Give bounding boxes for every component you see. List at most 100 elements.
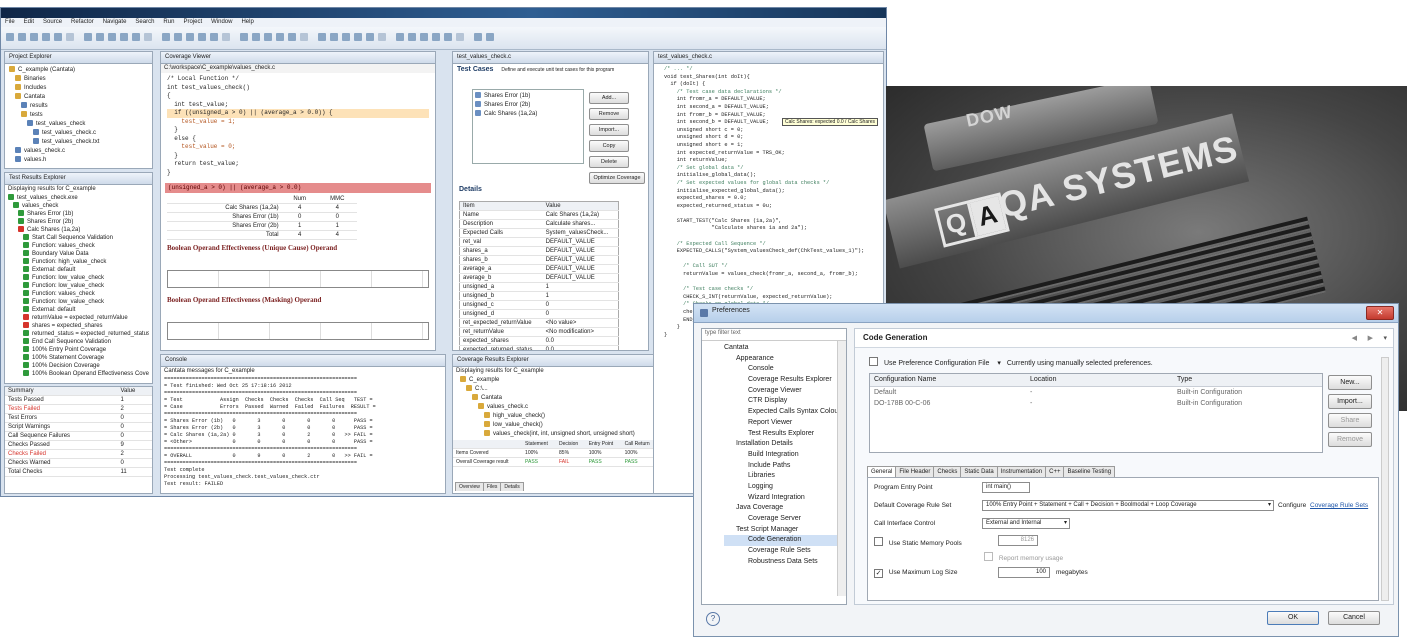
- toolbar-icon[interactable]: [486, 33, 494, 42]
- coverage-results-subtab[interactable]: Overview: [455, 482, 484, 491]
- tree-item[interactable]: C_example (Cantata): [9, 66, 148, 75]
- test-case-button-0[interactable]: Add...: [589, 92, 629, 104]
- detail-row[interactable]: expected_returned_status 0.0: [459, 345, 619, 350]
- config-new-button[interactable]: New...: [1328, 375, 1372, 390]
- test-case-button-4[interactable]: Delete: [589, 156, 629, 168]
- console-tab[interactable]: Console: [161, 355, 445, 367]
- nav-item[interactable]: Coverage Rule Sets: [724, 546, 846, 557]
- nav-item[interactable]: Logging: [724, 482, 846, 493]
- toolbar-icon[interactable]: [456, 33, 464, 42]
- toolbar-icon[interactable]: [66, 33, 74, 42]
- detail-row[interactable]: unsigned_c 0: [459, 300, 619, 310]
- toolbar-icon[interactable]: [84, 33, 92, 42]
- test-result-item[interactable]: External: default: [8, 266, 149, 274]
- nav-item[interactable]: Console: [724, 364, 846, 375]
- coverage-results-tab[interactable]: Coverage Results Explorer: [453, 355, 687, 367]
- test-result-item[interactable]: Function: high_value_check: [8, 258, 149, 266]
- toolbar-icon[interactable]: [30, 33, 38, 42]
- tree-item[interactable]: tests: [9, 111, 148, 120]
- test-case-item[interactable]: Calc Shares (1a,2a): [475, 110, 581, 119]
- coverage-tree-item[interactable]: Cantata: [456, 394, 684, 403]
- nav-item[interactable]: Build Integration: [724, 450, 846, 461]
- toolbar-icon[interactable]: [198, 33, 206, 42]
- test-case-editor-tab[interactable]: test_values_check.c: [453, 52, 648, 64]
- cancel-button[interactable]: Cancel: [1328, 611, 1380, 625]
- test-result-item[interactable]: Function: low_value_check: [8, 274, 149, 282]
- nav-item[interactable]: Installation Details: [724, 439, 846, 450]
- toolbar-icon[interactable]: [120, 33, 128, 42]
- close-button[interactable]: ✕: [1366, 306, 1394, 320]
- toolbar-icon[interactable]: [318, 33, 326, 42]
- maximize-button[interactable]: [1347, 306, 1367, 318]
- use-pref-checkbox[interactable]: [869, 357, 878, 366]
- call-interface-select[interactable]: External and Internal ▾: [982, 518, 1070, 529]
- toolbar-icon[interactable]: [132, 33, 140, 42]
- menu-item-file[interactable]: File: [5, 19, 15, 25]
- nav-item[interactable]: Appearance: [724, 354, 846, 365]
- filter-input[interactable]: type filter text: [702, 329, 846, 341]
- toolbar-icon[interactable]: [264, 33, 272, 42]
- test-result-item[interactable]: Start Call Sequence Validation: [8, 234, 149, 242]
- config-remove-button[interactable]: Remove: [1328, 432, 1372, 447]
- menu-item-window[interactable]: Window: [211, 19, 232, 25]
- config-row[interactable]: Default - Built-in Configuration: [870, 387, 1322, 398]
- menu-item-navigate[interactable]: Navigate: [103, 19, 127, 25]
- test-result-item[interactable]: Calc Shares (1a,2a): [8, 226, 149, 234]
- test-result-item[interactable]: 100% Boolean Operand Effectiveness Cover…: [8, 370, 149, 378]
- detail-row[interactable]: Expected Calls System_valuesCheck...: [459, 228, 619, 238]
- test-case-item[interactable]: Shares Error (2b): [475, 101, 581, 110]
- coverage-tree-item[interactable]: low_value_check(): [456, 421, 684, 430]
- test-result-item[interactable]: Boundary Value Data: [8, 250, 149, 258]
- test-result-item[interactable]: Function: low_value_check: [8, 298, 149, 306]
- tree-item[interactable]: values_check.c: [9, 147, 148, 156]
- detail-row[interactable]: shares_a DEFAULT_VALUE: [459, 246, 619, 256]
- detail-row[interactable]: unsigned_b 1: [459, 291, 619, 301]
- toolbar-icon[interactable]: [276, 33, 284, 42]
- detail-row[interactable]: ret_val DEFAULT_VALUE: [459, 237, 619, 247]
- nav-item[interactable]: Cantata: [724, 343, 846, 354]
- tree-item[interactable]: values.h: [9, 156, 148, 165]
- config-row[interactable]: DO-178B 00-C-06 - Built-in Configuration: [870, 398, 1322, 409]
- nav-item[interactable]: Report Viewer: [724, 418, 846, 429]
- toolbar-icon[interactable]: [162, 33, 170, 42]
- project-explorer-tab[interactable]: Project Explorer: [5, 52, 152, 64]
- coverage-tree-item[interactable]: C_example: [456, 376, 684, 385]
- help-icon[interactable]: ?: [706, 612, 720, 626]
- menu-item-project[interactable]: Project: [183, 19, 202, 25]
- report-memory-checkbox[interactable]: [984, 552, 993, 561]
- test-case-item[interactable]: Shares Error (1b): [475, 92, 581, 101]
- source-editor-tab[interactable]: test_values_check.c: [654, 52, 883, 64]
- toolbar-icon[interactable]: [96, 33, 104, 42]
- tree-item[interactable]: test_values_check: [9, 120, 148, 129]
- coverage-tree-item[interactable]: C:\...: [456, 385, 684, 394]
- test-result-item[interactable]: Shares Error (1b): [8, 210, 149, 218]
- detail-row[interactable]: Name Calc Shares (1a,2a): [459, 210, 619, 220]
- nav-item[interactable]: Robustness Data Sets: [724, 557, 846, 568]
- nav-item[interactable]: Coverage Results Explorer: [724, 375, 846, 386]
- test-results-tab[interactable]: Test Results Explorer: [5, 173, 152, 185]
- nav-item[interactable]: Test Script Manager: [724, 525, 846, 536]
- toolbar-icon[interactable]: [378, 33, 386, 42]
- test-result-item[interactable]: Function: values_check: [8, 290, 149, 298]
- nav-item[interactable]: Coverage Viewer: [724, 386, 846, 397]
- detail-row[interactable]: shares_b DEFAULT_VALUE: [459, 255, 619, 265]
- nav-scrollbar[interactable]: [837, 341, 846, 596]
- test-case-button-1[interactable]: Remove: [589, 108, 629, 120]
- program-entry-field[interactable]: int main(): [982, 482, 1030, 493]
- toolbar-icon[interactable]: [444, 33, 452, 42]
- tree-item[interactable]: Cantata: [9, 93, 148, 102]
- toolbar-icon[interactable]: [330, 33, 338, 42]
- test-result-item[interactable]: 100% Entry Point Coverage: [8, 346, 149, 354]
- static-memory-field[interactable]: 8126: [998, 535, 1038, 546]
- use-pref-dropdown-icon[interactable]: ▾: [997, 360, 1001, 367]
- test-result-item[interactable]: Shares Error (2b): [8, 218, 149, 226]
- static-memory-checkbox[interactable]: [874, 537, 883, 546]
- coverage-results-subtab[interactable]: Details: [500, 482, 524, 491]
- minimize-button[interactable]: [1326, 306, 1346, 318]
- toolbar-icon[interactable]: [42, 33, 50, 42]
- max-log-field[interactable]: 100: [998, 567, 1050, 578]
- toolbar-icon[interactable]: [108, 33, 116, 42]
- toolbar-icon[interactable]: [354, 33, 362, 42]
- toolbar-icon[interactable]: [342, 33, 350, 42]
- toolbar-icon[interactable]: [186, 33, 194, 42]
